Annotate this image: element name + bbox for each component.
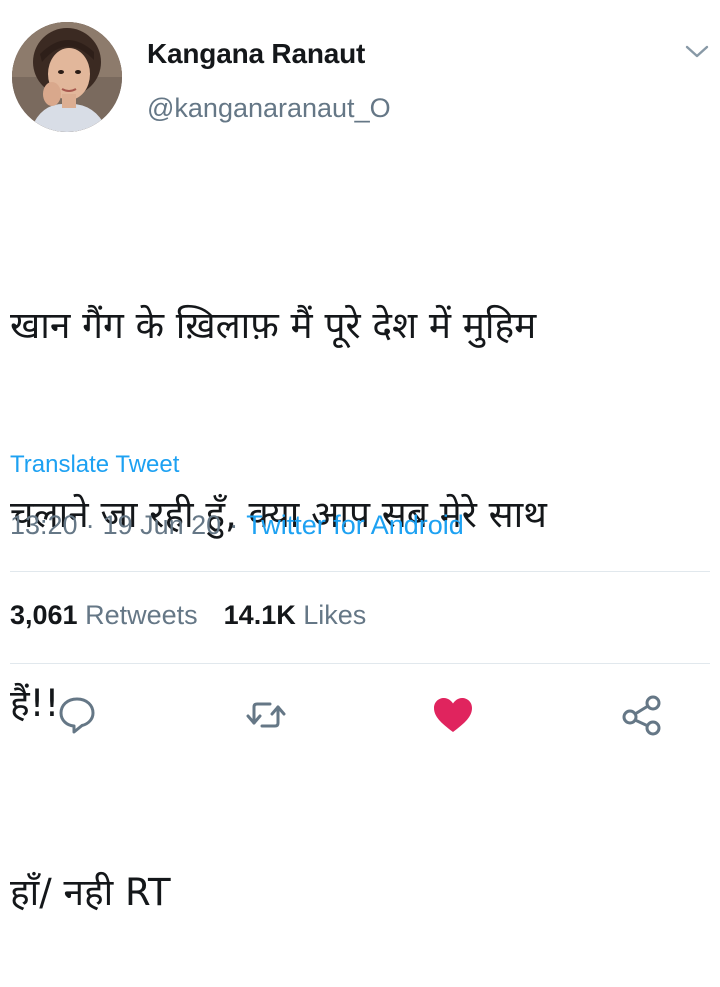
- retweets-stat[interactable]: 3,061 Retweets: [10, 600, 198, 630]
- retweet-icon[interactable]: [244, 693, 288, 737]
- tweet-source-link[interactable]: Twitter for Android: [246, 510, 464, 540]
- retweets-label: Retweets: [85, 600, 198, 630]
- likes-stat[interactable]: 14.1K Likes: [224, 600, 367, 630]
- tweet-meta: 13:20 · 19 Jun 20 · Twitter for Android: [10, 510, 464, 541]
- tweet-date: 19 Jun 20: [102, 510, 222, 540]
- divider: [10, 571, 710, 572]
- translate-tweet-link[interactable]: Translate Tweet: [10, 451, 179, 479]
- tweet-text: खान गैंग के ख़िलाफ़ मैं पूरे देश में मुह…: [10, 168, 700, 987]
- avatar-image: [12, 22, 122, 132]
- heart-icon[interactable]: [431, 693, 475, 737]
- tweet-text-line: हैं!!: [10, 682, 60, 725]
- tweet-text-line: खान गैंग के ख़िलाफ़ मैं पूरे देश में मुह…: [10, 304, 537, 347]
- meta-separator: ·: [229, 510, 239, 540]
- chevron-down-icon[interactable]: [684, 43, 710, 61]
- avatar[interactable]: [12, 22, 122, 132]
- author-handle[interactable]: @kanganaranaut_O: [147, 93, 391, 124]
- likes-label: Likes: [303, 600, 367, 630]
- tweet-stats: 3,061 Retweets 14.1K Likes: [10, 600, 366, 631]
- tweet-time: 13:20: [10, 510, 78, 540]
- retweets-count: 3,061: [10, 600, 78, 630]
- divider: [10, 663, 710, 664]
- tweet-text-line: हाँ/ नही RT: [10, 871, 171, 914]
- meta-separator: ·: [85, 510, 95, 540]
- share-icon[interactable]: [620, 693, 664, 737]
- likes-count: 14.1K: [223, 600, 296, 630]
- author-display-name[interactable]: Kangana Ranaut: [147, 38, 365, 70]
- reply-icon[interactable]: [55, 693, 99, 737]
